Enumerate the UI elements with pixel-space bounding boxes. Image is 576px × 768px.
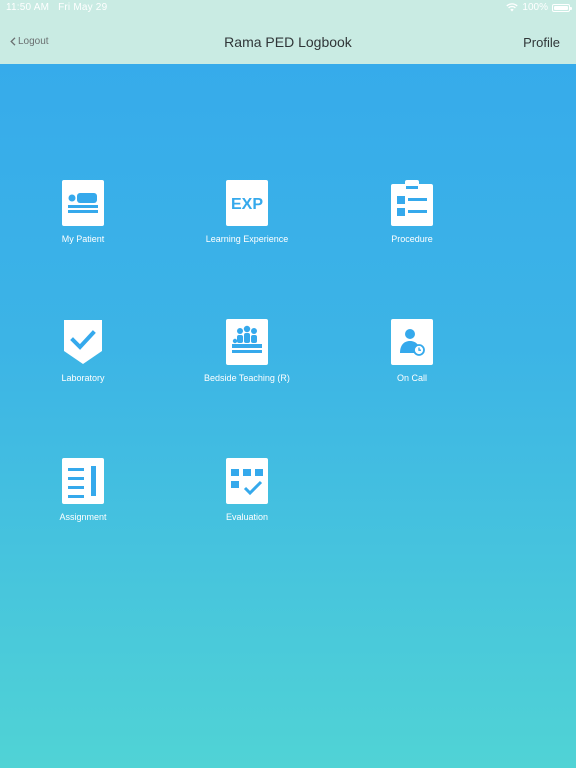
person-clock-icon: [391, 319, 433, 365]
shield-check-icon: [64, 320, 102, 364]
status-left: 11:50 AM Fri May 29: [6, 2, 107, 13]
patient-bed-icon: [62, 180, 104, 226]
document-pencil-icon: [62, 458, 104, 504]
tile-assignment[interactable]: Assignment: [3, 458, 163, 522]
profile-button[interactable]: Profile: [523, 35, 560, 50]
clipboard-list-icon: [391, 180, 433, 226]
status-date: Fri May 29: [58, 2, 108, 13]
tile-label: Learning Experience: [205, 234, 289, 244]
tile-on-call[interactable]: On Call: [332, 319, 492, 383]
tile-learning-experience[interactable]: EXP Learning Experience: [167, 180, 327, 244]
tile-my-patient[interactable]: My Patient: [3, 180, 163, 244]
top-bar: 11:50 AM Fri May 29 100% Logout Rama PED…: [0, 0, 576, 64]
tile-label: Laboratory: [61, 373, 105, 383]
tile-label: Bedside Teaching (R): [204, 373, 290, 383]
battery-percent: 100%: [522, 2, 548, 13]
tile-evaluation[interactable]: Evaluation: [167, 458, 327, 522]
page-title: Rama PED Logbook: [224, 34, 352, 50]
status-time: 11:50 AM: [6, 2, 50, 13]
tile-label: Evaluation: [225, 512, 269, 522]
bedside-group-icon: [226, 319, 268, 365]
tile-label: On Call: [396, 373, 427, 383]
navigation-bar: Logout Rama PED Logbook Profile: [0, 16, 576, 64]
exp-icon: EXP: [226, 180, 268, 226]
tile-bedside-teaching[interactable]: Bedside Teaching (R): [167, 319, 327, 383]
evaluation-grid-check-icon: [226, 458, 268, 504]
status-right: 100%: [506, 2, 572, 13]
tile-label: Procedure: [391, 234, 433, 244]
tile-label: My Patient: [61, 234, 105, 244]
tile-laboratory[interactable]: Laboratory: [3, 319, 163, 383]
status-bar: 11:50 AM Fri May 29 100%: [0, 0, 576, 16]
wifi-icon: [506, 3, 519, 12]
tile-procedure[interactable]: Procedure: [332, 180, 492, 244]
battery-icon: [552, 3, 572, 12]
svg-text:EXP: EXP: [231, 196, 263, 213]
tile-label: Assignment: [59, 512, 107, 522]
